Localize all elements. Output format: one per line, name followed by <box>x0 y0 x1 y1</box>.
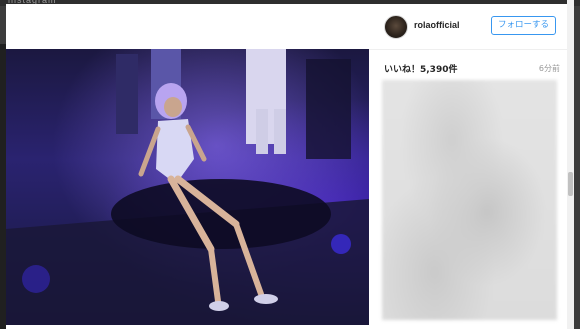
post-timestamp[interactable]: 6分前 <box>539 63 560 74</box>
post-header: rolaofficial フォローする <box>369 4 574 50</box>
post-sidebar: rolaofficial フォローする いいね！5,390件 6分前 <box>369 4 574 329</box>
scrollbar-thumb[interactable] <box>568 172 573 196</box>
photo-illustration <box>6 49 369 325</box>
post-photo[interactable] <box>6 49 369 325</box>
scrollbar[interactable] <box>567 0 574 329</box>
blurred-comments-area <box>382 80 557 320</box>
avatar[interactable] <box>384 15 408 39</box>
likes-count[interactable]: いいね！5,390件 <box>384 62 457 75</box>
username-link[interactable]: rolaofficial <box>414 20 460 30</box>
follow-button[interactable]: フォローする <box>491 16 556 35</box>
post-modal: rolaofficial フォローする いいね！5,390件 6分前 <box>6 4 574 329</box>
